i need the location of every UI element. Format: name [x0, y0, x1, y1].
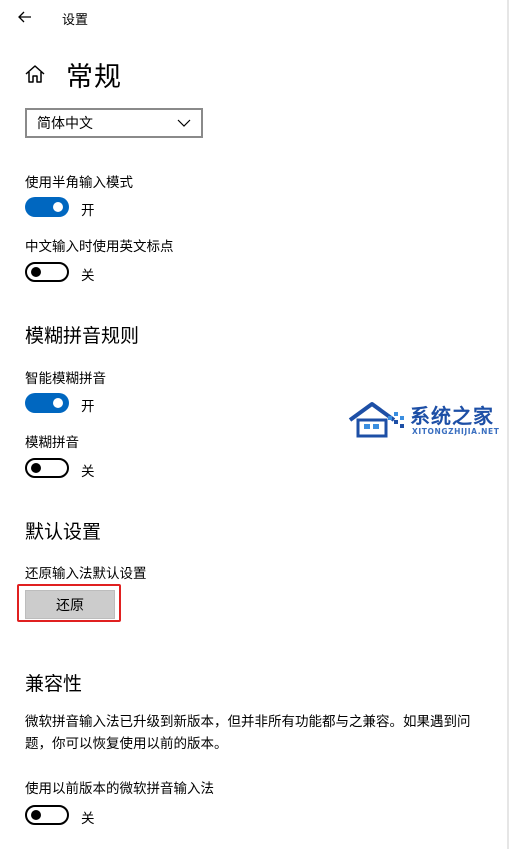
toggle-knob	[31, 463, 41, 473]
chevron-down-icon	[177, 119, 191, 127]
smart-fuzzy-state: 开	[81, 399, 95, 415]
halfwidth-mode-label: 使用半角输入模式	[25, 175, 133, 191]
english-punctuation-label: 中文输入时使用英文标点	[25, 239, 174, 255]
watermark-title: 系统之家	[410, 404, 494, 428]
smart-fuzzy-toggle[interactable]	[25, 393, 69, 413]
toggle-knob	[31, 267, 41, 277]
english-punctuation-toggle[interactable]	[25, 262, 69, 282]
home-icon	[24, 63, 48, 87]
back-button[interactable]	[13, 5, 37, 29]
page-title: 常规	[66, 62, 122, 93]
previous-version-label: 使用以前版本的微软拼音输入法	[25, 781, 214, 797]
toggle-knob	[31, 810, 41, 820]
house-logo-icon	[348, 402, 404, 438]
watermark: 系统之家 XITONGZHIJIA.NET	[346, 398, 499, 442]
fuzzy-pinyin-toggle[interactable]	[25, 458, 69, 478]
restore-defaults-label: 还原输入法默认设置	[25, 566, 147, 582]
previous-version-toggle[interactable]	[25, 805, 69, 825]
fuzzy-pinyin-label: 模糊拼音	[25, 435, 79, 451]
arrow-left-icon	[18, 11, 31, 23]
window-title: 设置	[62, 13, 89, 28]
language-select[interactable]: 简体中文	[25, 108, 203, 138]
watermark-subtitle: XITONGZHIJIA.NET	[412, 427, 500, 436]
compatibility-description: 微软拼音输入法已升级到新版本，但并非所有功能都与之兼容。如果遇到问题，你可以恢复…	[25, 714, 471, 752]
fuzzy-pinyin-state: 关	[81, 464, 95, 480]
halfwidth-mode-toggle[interactable]	[25, 197, 69, 217]
english-punctuation-state: 关	[81, 268, 95, 284]
previous-version-state: 关	[81, 811, 95, 827]
language-select-value: 简体中文	[37, 116, 93, 132]
toggle-knob	[53, 398, 63, 408]
default-settings-section-title: 默认设置	[25, 521, 102, 543]
toggle-knob	[53, 202, 63, 212]
smart-fuzzy-label: 智能模糊拼音	[25, 371, 106, 387]
compatibility-section-title: 兼容性	[25, 673, 83, 695]
fuzzy-pinyin-section-title: 模糊拼音规则	[25, 325, 140, 347]
halfwidth-mode-state: 开	[81, 203, 95, 219]
restore-button[interactable]: 还原	[25, 590, 115, 619]
